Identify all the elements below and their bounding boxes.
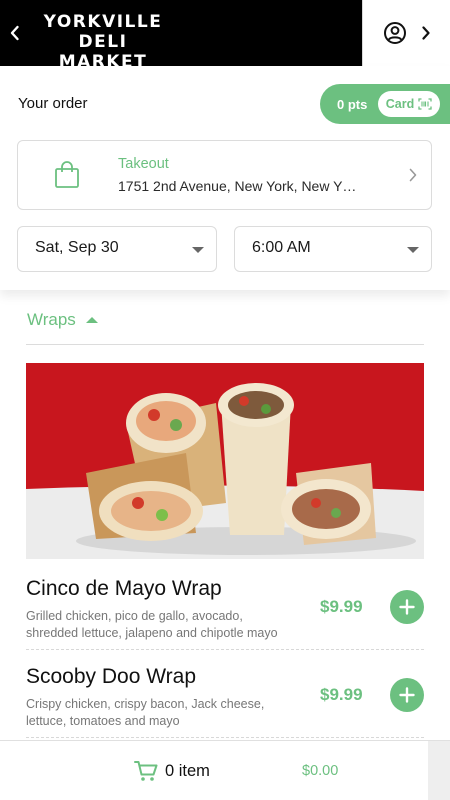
section-toggle-wraps[interactable]: Wraps [27,310,98,330]
cart-total: $0.00 [302,763,339,779]
account-button[interactable] [362,0,450,66]
chevron-right-icon [421,26,430,40]
card-label: Card [385,97,415,111]
pickup-address: 1751 2nd Avenue, New York, New Y… [118,178,357,194]
user-circle-icon [383,22,406,44]
item-name: Scooby Doo Wrap [26,665,197,688]
item-description: Grilled chicken, pico de gallo, avocado,… [26,609,278,640]
fulfillment-selector[interactable]: Takeout 1751 2nd Avenue, New York, New Y… [17,140,432,210]
points-label: 0 pts [337,96,368,112]
add-to-cart-button[interactable] [390,590,424,624]
cart-item-count: 0 item [165,762,210,780]
item-price: $9.99 [320,685,363,704]
app-header: YORKVILLE DELI MARKET [0,0,450,72]
fulfillment-type: Takeout [118,156,169,172]
back-button[interactable] [0,0,30,66]
section-divider [26,344,424,345]
time-dropdown[interactable]: 6:00 AM [234,226,432,272]
your-order-title: Your order [18,95,88,112]
cart-bar: 0 item $0.00 [0,740,450,800]
barcode-scan-icon [418,98,432,110]
time-value: 6:00 AM [252,239,311,256]
date-value: Sat, Sep 30 [35,239,119,256]
brand-line-1: YORKVILLE [43,12,163,32]
caret-down-icon [407,247,419,253]
loyalty-card-button[interactable]: Card [378,91,440,117]
store-logo: YORKVILLE DELI MARKET [38,12,168,72]
chevron-right-icon [409,168,417,182]
loyalty-points-pill[interactable]: 0 pts Card [320,84,450,124]
section-title: Wraps [27,310,76,329]
item-price: $9.99 [320,597,363,616]
plus-icon [399,687,415,703]
item-name: Cinco de Mayo Wrap [26,577,222,600]
date-dropdown[interactable]: Sat, Sep 30 [17,226,217,272]
cart-bar-edge [428,741,450,800]
item-description: Crispy chicken, crispy bacon, Jack chees… [26,697,265,728]
item-divider [26,737,424,738]
plus-icon [399,599,415,615]
wraps-hero-image [26,363,424,559]
caret-down-icon [192,247,204,253]
item-divider [26,649,424,650]
caret-up-icon [85,317,98,323]
chevron-left-icon [10,25,19,41]
order-panel: Your order 0 pts Card Takeout 1751 2nd A… [0,66,450,290]
add-to-cart-button[interactable] [390,678,424,712]
view-cart-button[interactable]: 0 item $0.00 [0,741,428,800]
shopping-cart-icon [134,761,158,781]
shopping-bag-icon [55,161,79,188]
